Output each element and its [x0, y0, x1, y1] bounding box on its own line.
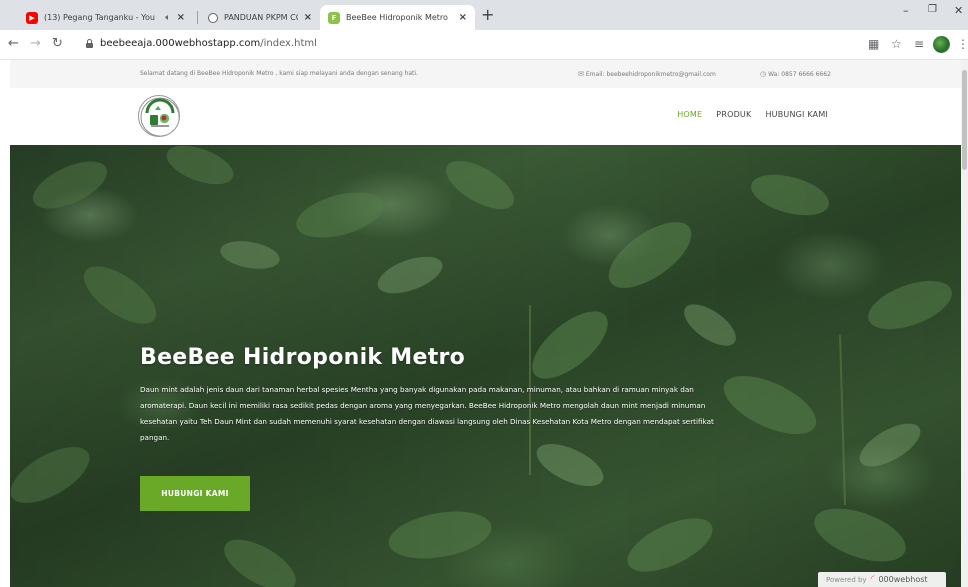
- tab-title: (13) Pegang Tanganku - You: [44, 13, 155, 22]
- nav-produk[interactable]: PRODUK: [716, 110, 751, 119]
- powered-by-badge[interactable]: Powered by ◜ 000webhost: [818, 572, 946, 587]
- webhost-logo-icon: ◜: [870, 574, 875, 585]
- contact-whatsapp[interactable]: ◷ Wa: 0857 6666 6662: [760, 70, 831, 78]
- site-header: HOME PRODUK HUBUNGI KAMI: [10, 88, 968, 145]
- address-bar: ← → ↻ beebeeaja.000webhostapp.com/index.…: [0, 30, 968, 60]
- minimize-icon[interactable]: –: [903, 4, 909, 17]
- powered-by-text: Powered by: [826, 575, 867, 584]
- reload-icon[interactable]: ↻: [52, 37, 63, 51]
- hero-section: BeeBee Hidroponik Metro Daun mint adalah…: [10, 145, 968, 587]
- globe-icon: [208, 12, 218, 23]
- url-domain: beebeeaja.000webhostapp.com: [100, 38, 261, 49]
- close-tab-icon[interactable]: ×: [304, 12, 312, 23]
- profile-avatar[interactable]: [933, 36, 950, 53]
- new-tab-button[interactable]: +: [481, 7, 494, 23]
- mail-icon: ✉: [578, 70, 584, 78]
- browser-tab-youtube[interactable]: ▶ (13) Pegang Tanganku - You 🔈︎ ×: [18, 5, 193, 30]
- powered-brand: 000webhost: [878, 575, 928, 584]
- main-navigation: HOME PRODUK HUBUNGI KAMI: [677, 110, 828, 119]
- forward-icon[interactable]: →: [30, 37, 41, 51]
- close-tab-icon[interactable]: ×: [459, 12, 467, 23]
- lock-icon[interactable]: [86, 39, 93, 48]
- scrollbar-thumb[interactable]: [962, 70, 967, 170]
- tab-title: BeeBee Hidroponik Metro: [346, 13, 448, 22]
- welcome-text: Selamat datang di BeeBee Hidroponik Metr…: [140, 70, 418, 77]
- back-icon[interactable]: ←: [8, 37, 19, 51]
- site-logo[interactable]: [138, 95, 180, 137]
- url-field[interactable]: beebeeaja.000webhostapp.com/index.html: [100, 38, 317, 49]
- browser-tab-strip: ▶ (13) Pegang Tanganku - You 🔈︎ × PANDUA…: [0, 0, 968, 30]
- hero-description: Daun mint adalah jenis daun dari tanaman…: [140, 385, 714, 442]
- nav-home[interactable]: HOME: [677, 110, 702, 119]
- wa-text: Wa: 0857 6666 6662: [768, 71, 831, 78]
- site-topbar: Selamat datang di BeeBee Hidroponik Metr…: [10, 60, 968, 88]
- site-favicon-icon: F: [328, 11, 340, 24]
- close-tab-icon[interactable]: ×: [177, 12, 185, 23]
- email-text: Email: beebeehidroponikmetro@gmail.com: [585, 71, 716, 78]
- tab-title: PANDUAN PKPM COVID-19 FIX: [224, 13, 298, 22]
- hubungi-kami-button[interactable]: HUBUNGI KAMI: [140, 476, 250, 511]
- maximize-icon[interactable]: ❐: [928, 4, 937, 15]
- url-path: /index.html: [260, 38, 317, 49]
- youtube-icon: ▶: [26, 11, 38, 24]
- tab-separator: [197, 11, 198, 24]
- page-scrollbar[interactable]: [961, 60, 968, 587]
- close-window-icon[interactable]: ✕: [954, 4, 963, 17]
- whatsapp-icon: ◷: [760, 70, 767, 78]
- reading-list-icon[interactable]: ≡: [914, 37, 924, 51]
- speaker-icon[interactable]: 🔈︎: [165, 13, 170, 23]
- nav-hubungi-kami[interactable]: HUBUNGI KAMI: [765, 110, 828, 119]
- bookmark-star-icon[interactable]: ☆: [891, 37, 902, 51]
- contact-email[interactable]: ✉ Email: beebeehidroponikmetro@gmail.com: [578, 70, 716, 78]
- browser-tab-beebee[interactable]: F BeeBee Hidroponik Metro ×: [320, 5, 475, 30]
- hero-title: BeeBee Hidroponik Metro: [140, 345, 466, 370]
- browser-tab-panduan[interactable]: PANDUAN PKPM COVID-19 FIX ×: [200, 5, 320, 30]
- menu-kebab-icon[interactable]: ⋮: [957, 37, 968, 51]
- translate-icon[interactable]: ▦: [868, 37, 879, 51]
